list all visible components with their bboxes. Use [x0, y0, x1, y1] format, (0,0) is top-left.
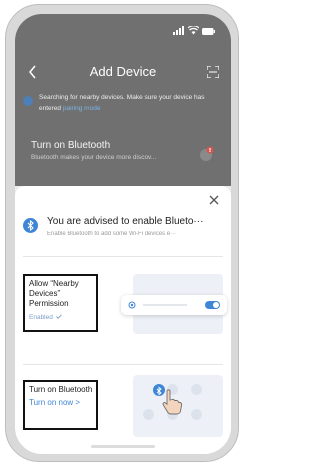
- screen: Add Device Searching for nearby devices.…: [15, 14, 231, 454]
- scan-icon[interactable]: [207, 66, 219, 78]
- phone-frame: Add Device Searching for nearby devices.…: [5, 4, 239, 462]
- status-bar: [173, 26, 215, 35]
- placeholder-line: [143, 304, 187, 306]
- grid-dot: [191, 409, 202, 420]
- sheet-subtitle: Enable Bluetooth to add some Wi-Fi devic…: [47, 231, 177, 237]
- turn-on-now-link[interactable]: Turn on now >: [29, 398, 94, 407]
- divider: [23, 256, 223, 257]
- sheet-title: You are advised to enable Blueto···: [47, 216, 204, 227]
- toggle-knob: [213, 302, 219, 308]
- permission-toggle: [205, 301, 220, 309]
- warning-icon: [200, 146, 214, 161]
- permission-title: Allow “Nearby Devices” Permission: [29, 279, 79, 308]
- nearby-devices-permission-item[interactable]: Allow “Nearby Devices” Permission Enable…: [23, 274, 98, 332]
- nav-bar: Add Device: [15, 62, 231, 84]
- permission-toggle-card: [121, 295, 227, 315]
- bluetooth-prompt-row[interactable]: Turn on Bluetooth Bluetooth makes your d…: [31, 140, 221, 170]
- wifi-icon: [188, 26, 199, 35]
- check-icon: [55, 314, 62, 319]
- signal-icon: [173, 26, 184, 35]
- close-icon[interactable]: [209, 195, 219, 205]
- search-notice: Searching for nearby devices. Make sure …: [23, 92, 223, 128]
- bluetooth-advice-sheet: You are advised to enable Blueto··· Enab…: [15, 186, 231, 454]
- pairing-mode-link[interactable]: pairing mode: [63, 105, 101, 112]
- bluetooth-icon: [23, 218, 38, 233]
- grid-dot: [191, 384, 202, 395]
- home-indicator: [91, 445, 155, 448]
- grid-dot: [143, 409, 154, 420]
- page-title: Add Device: [89, 64, 157, 79]
- sheet-header: You are advised to enable Blueto··· Enab…: [23, 216, 227, 246]
- turn-on-bluetooth-item: Turn on Bluetooth Turn on now >: [23, 380, 98, 430]
- bluetooth-row-title: Turn on Bluetooth: [31, 140, 111, 151]
- hand-pointer-icon: [162, 389, 183, 415]
- bluetooth-item-title: Turn on Bluetooth: [29, 385, 93, 394]
- divider: [23, 364, 223, 365]
- permission-status: Enabled: [29, 314, 53, 321]
- location-icon: [128, 301, 136, 309]
- battery-icon: [202, 28, 215, 35]
- info-icon: [23, 96, 33, 106]
- bluetooth-row-subtitle: Bluetooth makes your device more discov.…: [31, 154, 157, 161]
